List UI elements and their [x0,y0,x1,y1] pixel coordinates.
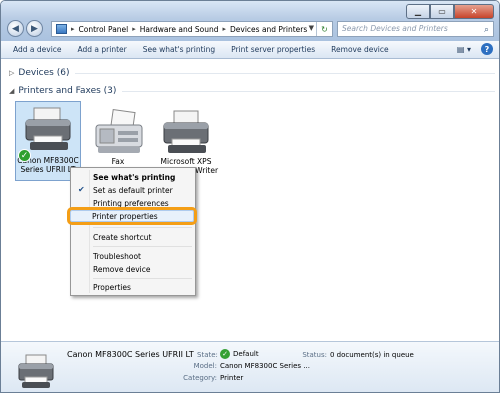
menu-item-remove-device[interactable]: Remove device [93,265,150,274]
toolbar-right: ▤ ▾ ? [457,43,493,55]
default-check-icon: ✓ [18,149,31,162]
details-device-name: Canon MF8300C Series UFRII LT [67,350,194,359]
details-status-label: Status: [302,351,327,359]
help-icon[interactable]: ? [481,43,493,55]
address-bar[interactable]: ▸ Control Panel ▸ Hardware and Sound ▸ D… [51,21,333,37]
print-server-properties-button[interactable]: Print server properties [231,45,315,54]
details-state: ✓ Default [220,349,259,359]
device-label-line1: Microsoft XPS [160,157,212,166]
menu-separator [93,227,192,228]
breadcrumb-separator[interactable]: ▸ [71,25,75,33]
add-device-button[interactable]: Add a device [13,45,62,54]
details-pane: Canon MF8300C Series UFRII LT State: ✓ De… [1,341,499,392]
menu-item-troubleshoot[interactable]: Troubleshoot [93,252,141,261]
details-model-label: Model: [193,362,217,370]
menu-item-create-shortcut[interactable]: Create shortcut [93,233,151,242]
minimize-button[interactable]: ▁ [406,4,430,19]
details-state-value: Default [233,350,259,358]
group-divider [75,72,495,74]
search-input[interactable]: Search Devices and Printers ⌕ [337,21,494,37]
breadcrumb-separator[interactable]: ▸ [132,25,136,33]
printer-microsoft-xps[interactable]: Microsoft XPS Document Writer [153,107,219,175]
menu-separator [93,246,192,247]
details-category-label: Category: [183,374,217,382]
details-status-value: 0 document(s) in queue [330,351,414,359]
search-icon[interactable]: ⌕ [484,23,489,37]
breadcrumb-hardware-and-sound[interactable]: Hardware and Sound [140,25,219,34]
group-printers-label: Printers and Faxes (3) [18,86,117,96]
menu-separator [93,278,192,279]
details-state-label: State: [197,351,218,359]
menu-item-see-whats-printing[interactable]: See what's printing [93,173,175,182]
menu-item-properties[interactable]: Properties [93,283,131,292]
command-bar: Add a device Add a printer See what's pr… [1,41,499,59]
remove-device-button[interactable]: Remove device [331,45,388,54]
refresh-icon[interactable]: ↻ [316,22,332,36]
menu-item-set-default-printer[interactable]: Set as default printer [93,186,173,195]
devices-and-printers-window: ▁ ▭ ✕ ◀ ▶ ▸ Control Panel ▸ Hardware and… [0,0,500,393]
group-devices-label: Devices (6) [18,68,70,78]
printer-icon [25,107,71,150]
breadcrumb-separator[interactable]: ▸ [222,25,226,33]
checkmark-icon: ✔ [78,185,85,194]
group-printers[interactable]: ◢ Printers and Faxes (3) [9,86,495,96]
printer-icon [163,110,209,153]
see-whats-printing-button[interactable]: See what's printing [143,45,215,54]
search-placeholder: Search Devices and Printers [342,24,448,33]
device-label-line1: Fax [111,157,125,166]
menu-gutter [89,170,90,293]
printer-icon [18,354,54,388]
callout-highlight-box [67,207,197,225]
view-options-icon[interactable]: ▤ ▾ [457,45,471,54]
details-category-value: Printer [220,374,244,382]
back-button[interactable]: ◀ [7,20,24,37]
forward-button[interactable]: ▶ [26,20,43,37]
chevron-down-icon[interactable]: ▼ [309,24,314,32]
add-printer-button[interactable]: Add a printer [78,45,127,54]
close-button[interactable]: ✕ [454,4,494,19]
default-check-icon: ✓ [220,349,230,359]
fax-icon [95,108,143,153]
title-bar: ▁ ▭ ✕ ◀ ▶ ▸ Control Panel ▸ Hardware and… [1,1,499,41]
expand-arrow-icon[interactable]: ▷ [9,69,14,77]
printer-fax[interactable]: Fax [85,107,151,167]
maximize-button[interactable]: ▭ [430,4,454,19]
breadcrumb-control-panel[interactable]: Control Panel [79,25,129,34]
window-controls: ▁ ▭ ✕ [406,4,494,19]
control-panel-icon [56,24,67,34]
collapse-arrow-icon[interactable]: ◢ [9,87,14,95]
breadcrumb-devices-and-printers[interactable]: Devices and Printers [230,25,307,34]
group-divider [122,90,495,92]
context-menu: See what's printing ✔ Set as default pri… [70,167,196,296]
details-model-value: Canon MF8300C Series ... [220,362,310,370]
group-devices[interactable]: ▷ Devices (6) [9,68,495,78]
